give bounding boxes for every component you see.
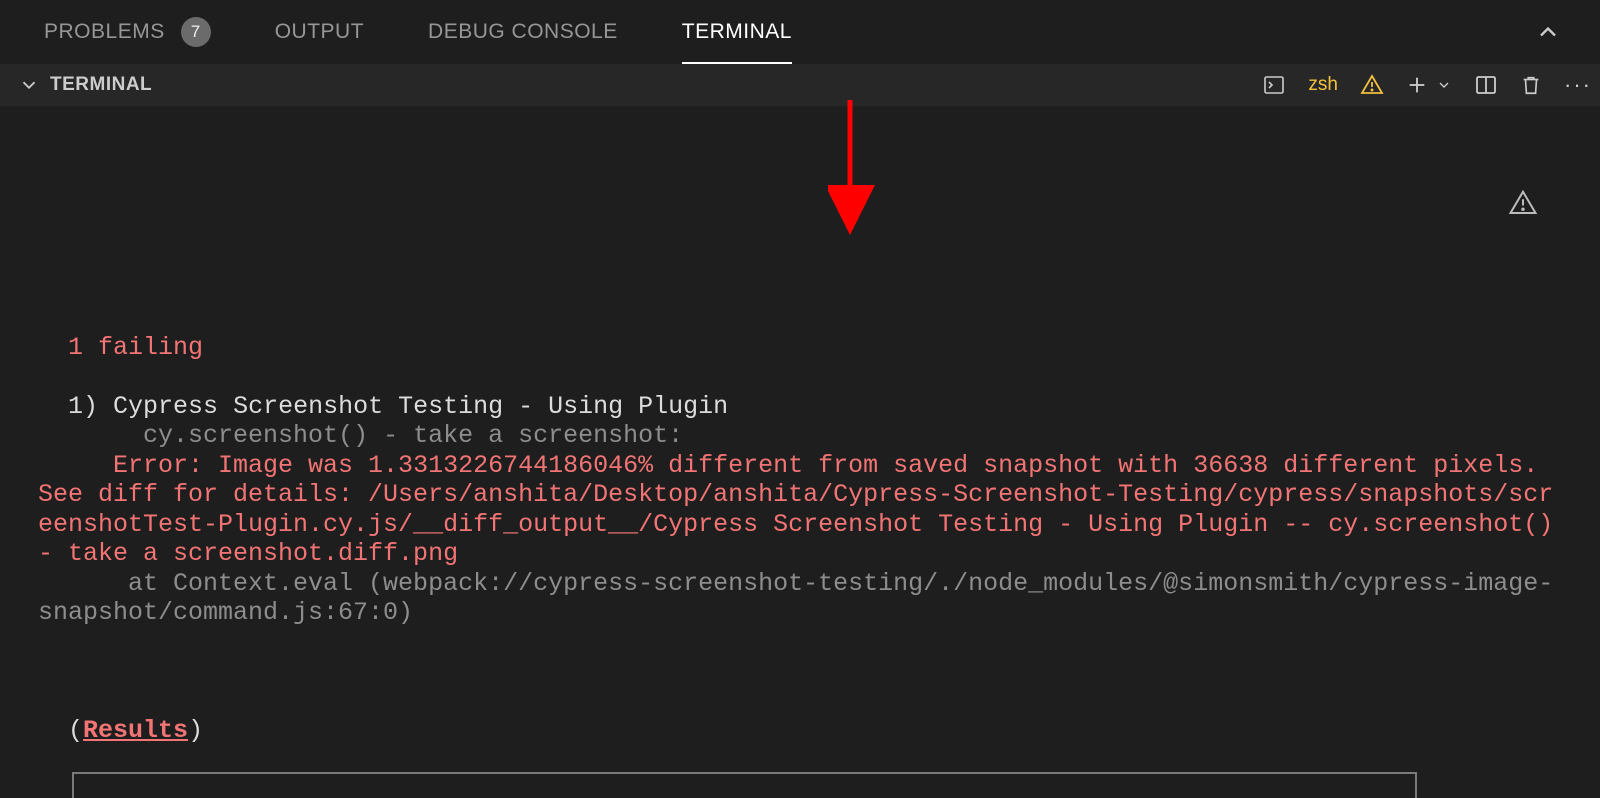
test-number: 1): [68, 392, 98, 421]
terminal-header-title: TERMINAL: [50, 74, 152, 96]
terminal-actions: zsh ···: [1262, 72, 1582, 98]
kill-terminal-icon[interactable]: [1520, 73, 1542, 97]
tab-terminal-label: TERMINAL: [682, 20, 792, 64]
tab-debug-console[interactable]: DEBUG CONSOLE: [428, 20, 618, 44]
shell-name[interactable]: zsh: [1308, 74, 1338, 96]
tab-terminal[interactable]: TERMINAL: [682, 20, 792, 44]
new-terminal-icon[interactable]: [1406, 74, 1428, 96]
tab-problems[interactable]: PROBLEMS 7: [44, 17, 211, 47]
tab-output[interactable]: OUTPUT: [275, 20, 364, 44]
new-terminal-dropdown-icon[interactable]: [1436, 77, 1452, 93]
suite-name: Cypress Screenshot Testing - Using Plugi…: [113, 392, 728, 421]
stack-trace: at Context.eval (webpack://cypress-scree…: [38, 569, 1553, 628]
annotation-arrow-icon: [828, 100, 888, 240]
results-heading: (Results): [38, 716, 203, 745]
terminal-output[interactable]: 1 failing 1) Cypress Screenshot Testing …: [0, 106, 1600, 798]
problems-badge: 7: [181, 17, 211, 47]
panel-collapse-chevron-icon[interactable]: [1534, 18, 1562, 52]
tab-debug-console-label: DEBUG CONSOLE: [428, 20, 618, 44]
error-message: Error: Image was 1.3313226744186046% dif…: [38, 451, 1568, 569]
failing-count: 1 failing: [68, 333, 203, 362]
terminal-header-chevron-icon[interactable]: [18, 74, 40, 96]
terminal-header: TERMINAL zsh: [0, 64, 1600, 106]
test-name: cy.screenshot() - take a screenshot:: [143, 421, 683, 450]
tab-problems-label: PROBLEMS: [44, 20, 165, 44]
split-terminal-icon[interactable]: [1474, 73, 1498, 97]
terminal-body-warning-icon[interactable]: [1448, 158, 1538, 256]
results-box: Tests:1 Passing:0 Failing:1 Pending:0 Sk…: [72, 772, 1417, 798]
tab-output-label: OUTPUT: [275, 20, 364, 44]
panel-tabs: PROBLEMS 7 OUTPUT DEBUG CONSOLE TERMINAL: [0, 0, 1600, 64]
shell-warning-icon[interactable]: [1360, 73, 1384, 97]
terminal-profile-icon[interactable]: [1262, 73, 1286, 97]
more-actions-icon[interactable]: ···: [1564, 72, 1582, 98]
